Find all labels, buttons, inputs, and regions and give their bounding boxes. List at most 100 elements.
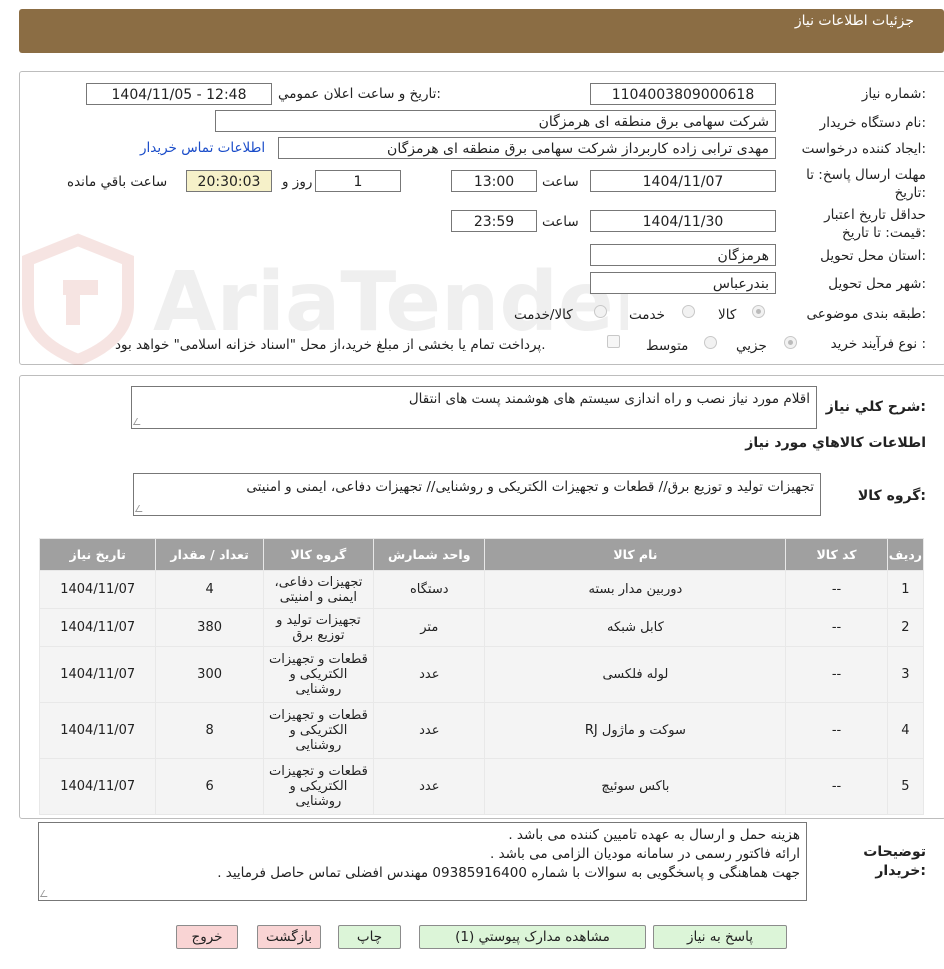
table-row: 5 -- باکس سوئیچ عدد قطعات و تجهیزات الکت…: [38, 758, 925, 815]
print-button[interactable]: چاپ: [338, 925, 401, 949]
table-cell: قطعات و تجهیزات الکتریکی و روشنایی: [262, 702, 375, 759]
col-header-date: تاريخ نياز: [38, 538, 157, 571]
process-minor-label: جزیي: [736, 338, 767, 354]
col-header-name: نام کالا: [484, 538, 787, 571]
col-header-code: کد کالا: [785, 538, 888, 571]
items-table: رديف کد کالا نام کالا واحد شمارش گروه کا…: [38, 538, 925, 815]
announce-label: تاريخ و ساعت اعلان عمومي:: [278, 86, 441, 102]
table-cell: 2: [886, 608, 925, 647]
table-cell: 6: [155, 758, 264, 815]
table-cell: 4: [155, 570, 264, 609]
notes-line: ارائه فاکتور رسمی در سامانه مودیان الزام…: [490, 846, 800, 862]
reply-time-field: 13:00: [451, 170, 537, 192]
table-cell: --: [785, 570, 888, 609]
notes-label: توضیحات خریدار:: [863, 844, 926, 879]
remaining-label: ساعت باقي مانده: [67, 174, 168, 190]
category-goods-service-label: کالا/خدمت: [514, 307, 573, 323]
reply-deadline-label: مهلت ارسال پاسخ: تا تاريخ:: [806, 167, 926, 201]
table-cell: لوله فلکسی: [484, 646, 787, 703]
payment-note: پرداخت تمام يا بخشی از مبلغ خريد،از محل …: [115, 337, 546, 353]
need-number-label: شماره نیاز:: [861, 86, 926, 102]
reply-button[interactable]: پاسخ به نیاز: [653, 925, 787, 949]
province-field: هرمزگان: [590, 244, 776, 266]
table-cell: تجهیزات دفاعی، ایمنی و امنیتی: [262, 570, 375, 609]
category-goods-radio[interactable]: [752, 305, 765, 318]
back-button[interactable]: بازگشت: [257, 925, 321, 949]
table-header-row: رديف کد کالا نام کالا واحد شمارش گروه کا…: [38, 538, 925, 571]
table-cell: 1404/11/07: [38, 702, 157, 759]
table-row: 3 -- لوله فلکسی عدد قطعات و تجهیزات الکت…: [38, 646, 925, 703]
table-cell: قطعات و تجهیزات الکتریکی و روشنایی: [262, 758, 375, 815]
need-number-field: 1104003809000618: [590, 83, 776, 105]
table-row: 2 -- کابل شبکه متر تجهیزات تولید و توزیع…: [38, 608, 925, 647]
col-header-group: گروه کالا: [262, 538, 375, 571]
items-heading: اطلاعات کالاهاي مورد نياز: [745, 435, 926, 451]
process-medium-label: متوسط: [646, 338, 689, 354]
validity-date-field: 1404/11/30: [590, 210, 776, 232]
category-service-label: خدمت: [629, 307, 665, 323]
exit-button[interactable]: خروج: [176, 925, 238, 949]
city-label: شهر محل تحويل:: [828, 276, 926, 292]
table-cell: عدد: [373, 702, 486, 759]
process-minor-radio[interactable]: [784, 336, 797, 349]
city-field: بندرعباس: [590, 272, 776, 294]
table-row: 1 -- دوربین مدار بسته دستگاه تجهیزات دفا…: [38, 570, 925, 609]
category-label: طبقه بندی موضوعی:: [806, 306, 926, 322]
table-cell: قطعات و تجهیزات الکتریکی و روشنایی: [262, 646, 375, 703]
table-cell: متر: [373, 608, 486, 647]
table-cell: کابل شبکه: [484, 608, 787, 647]
process-medium-radio[interactable]: [704, 336, 717, 349]
table-cell: تجهیزات تولید و توزیع برق: [262, 608, 375, 647]
table-cell: دوربین مدار بسته: [484, 570, 787, 609]
validity-time-label: ساعت: [542, 214, 579, 230]
table-cell: 1404/11/07: [38, 570, 157, 609]
col-header-unit: واحد شمارش: [373, 538, 486, 571]
page-title: جزئیات اطلاعات نیاز: [794, 13, 914, 29]
category-goods-label: کالا: [718, 307, 737, 323]
announce-field: 1404/11/05 - 12:48: [86, 83, 272, 105]
table-cell: باکس سوئیچ: [484, 758, 787, 815]
process-label: نوع فرآيند خريد :: [830, 336, 926, 352]
notes-textarea[interactable]: هزینه حمل و ارسال به عهده تامیین کننده م…: [38, 822, 807, 901]
table-cell: --: [785, 646, 888, 703]
reply-time-label: ساعت: [542, 174, 579, 190]
summary-label: شرح کلي نياز:: [825, 399, 926, 415]
buyer-org-label: نام دستگاه خريدار:: [819, 115, 926, 131]
group-label: گروه کالا:: [857, 488, 926, 504]
table-cell: 3: [886, 646, 925, 703]
table-cell: عدد: [373, 646, 486, 703]
group-textarea[interactable]: تجهیزات تولید و توزیع برق// قطعات و تجهی…: [133, 473, 821, 516]
table-cell: 8: [155, 702, 264, 759]
col-header-quantity: تعداد / مقدار: [155, 538, 264, 571]
table-cell: 1404/11/07: [38, 758, 157, 815]
table-cell: --: [785, 702, 888, 759]
table-cell: --: [785, 608, 888, 647]
validity-time-field: 23:59: [451, 210, 537, 232]
view-documents-button[interactable]: مشاهده مدارک پیوستي (1): [419, 925, 646, 949]
creator-field: مهدی ترابی زاده کاربرداز شرکت سهامی برق …: [278, 137, 776, 159]
notes-line: هزینه حمل و ارسال به عهده تامیین کننده م…: [508, 827, 800, 843]
summary-text: اقلام مورد نیاز نصب و راه اندازی سیستم ه…: [408, 391, 810, 407]
category-service-radio[interactable]: [682, 305, 695, 318]
category-goods-service-radio[interactable]: [594, 305, 607, 318]
table-cell: 4: [886, 702, 925, 759]
days-field: 1: [315, 170, 401, 192]
table-cell: عدد: [373, 758, 486, 815]
validity-label: حداقل تاريخ اعتبار قيمت: تا تاريخ:: [824, 207, 926, 241]
contact-info-link[interactable]: اطلاعات تماس خريدار: [140, 140, 265, 156]
buyer-org-field: شرکت سهامی برق منطقه ای هرمزگان: [215, 110, 776, 132]
day-and-label: روز و: [282, 174, 313, 190]
treasury-checkbox[interactable]: [607, 335, 620, 348]
table-cell: 5: [886, 758, 925, 815]
table-cell: 1: [886, 570, 925, 609]
summary-textarea[interactable]: اقلام مورد نیاز نصب و راه اندازی سیستم ه…: [131, 386, 817, 429]
table-row: 4 -- سوکت و ماژول RJ عدد قطعات و تجهیزات…: [38, 702, 925, 759]
province-label: استان محل تحويل:: [820, 248, 926, 264]
table-cell: 1404/11/07: [38, 608, 157, 647]
col-header-row-number: رديف: [886, 538, 925, 571]
table-cell: دستگاه: [373, 570, 486, 609]
notes-line: جهت هماهنگی و پاسخگویی به سوالات با شمار…: [217, 865, 800, 881]
creator-label: ايجاد کننده درخواست:: [801, 141, 926, 157]
table-cell: --: [785, 758, 888, 815]
remaining-time-field: 20:30:03: [186, 170, 272, 192]
